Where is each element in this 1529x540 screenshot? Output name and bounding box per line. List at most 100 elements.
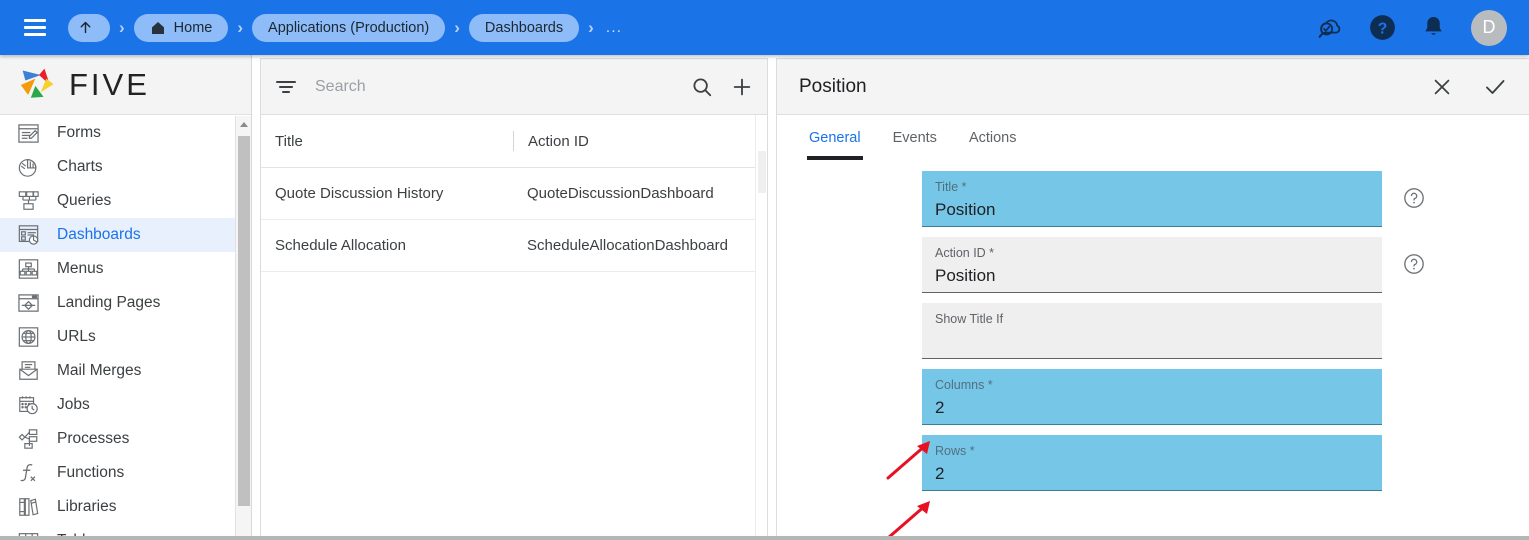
cell-action-id: QuoteDiscussionDashboard (527, 185, 714, 202)
top-bar-actions: ? D (1313, 9, 1507, 46)
app-root: › Home › Applications (Production) › Das… (0, 0, 1529, 540)
sidebar-item-label: Processes (57, 430, 130, 447)
sidebar-item-processes[interactable]: Processes (0, 422, 236, 456)
sidebar-item-dashboards[interactable]: Dashboards (0, 218, 236, 252)
sidebar-item-functions[interactable]: Functions (0, 456, 236, 490)
globe-icon (14, 324, 42, 350)
sidebar-item-forms[interactable]: Forms (0, 116, 236, 150)
field-label: Title * (935, 180, 967, 194)
app-logo: FIVE (0, 55, 251, 115)
table-row[interactable]: Quote Discussion History QuoteDiscussion… (261, 168, 767, 220)
tab-general[interactable]: General (793, 115, 877, 161)
field-value: Position (935, 200, 996, 219)
sidebar-item-label: Mail Merges (57, 362, 142, 379)
breadcrumb-separator-icon: › (454, 17, 460, 37)
form-row-rows: Rows * 2 (777, 435, 1529, 491)
breadcrumb-overflow[interactable]: ... (606, 19, 622, 37)
avatar-initial: D (1482, 17, 1496, 37)
cell-title: Schedule Allocation (275, 237, 406, 254)
help-circle-icon[interactable] (1403, 253, 1425, 275)
tab-label: Events (892, 130, 937, 146)
tab-events[interactable]: Events (877, 115, 953, 161)
detail-header: Position (777, 59, 1529, 115)
sidebar-item-mail-merges[interactable]: Mail Merges (0, 354, 236, 388)
list-scrollbar[interactable] (755, 115, 767, 540)
column-header-action-id[interactable]: Action ID (513, 131, 767, 151)
cell-title: Quote Discussion History (275, 185, 444, 202)
close-icon[interactable] (1431, 76, 1453, 98)
avatar[interactable]: D (1471, 9, 1507, 46)
table-row[interactable]: Schedule Allocation ScheduleAllocationDa… (261, 220, 767, 272)
list-scrollbar-thumb[interactable] (758, 151, 766, 193)
sidebar: FIVE Forms Charts Queries Dashboards Men… (0, 55, 252, 540)
form-row-action-id: Action ID * Position (777, 237, 1529, 293)
scroll-up-arrow-icon[interactable] (236, 116, 251, 132)
breadcrumb-separator-icon: › (237, 17, 244, 37)
field-value: 2 (935, 398, 945, 417)
sidebar-nav: Forms Charts Queries Dashboards Menus La… (0, 116, 236, 540)
title-field[interactable]: Title * Position (922, 171, 1382, 227)
sidebar-item-label: Forms (57, 124, 101, 141)
column-header-title[interactable]: Title (261, 133, 513, 150)
detail-panel: Position General Events Actions Title * … (776, 58, 1529, 540)
sidebar-item-label: URLs (57, 328, 96, 345)
action-id-field[interactable]: Action ID * Position (922, 237, 1382, 293)
field-label: Columns * (935, 378, 993, 392)
top-app-bar: › Home › Applications (Production) › Das… (0, 0, 1529, 55)
sidebar-item-libraries[interactable]: Libraries (0, 490, 236, 524)
arrow-up-icon (77, 19, 94, 36)
bell-icon[interactable] (1422, 15, 1445, 40)
field-label: Rows * (935, 444, 975, 458)
form-row-title: Title * Position (777, 171, 1529, 227)
function-icon (14, 460, 42, 486)
breadcrumb-item-dashboards[interactable]: Dashboards (468, 13, 580, 42)
sidebar-scrollbar-thumb[interactable] (238, 136, 250, 506)
breadcrumb-separator-icon: › (119, 17, 125, 37)
plus-icon[interactable] (731, 76, 753, 98)
tab-actions[interactable]: Actions (953, 115, 1033, 161)
pie-chart-icon (14, 154, 42, 180)
mail-merge-icon (14, 358, 42, 384)
breadcrumb-item-applications[interactable]: Applications (Production) (252, 13, 446, 42)
breadcrumb-item-home[interactable]: Home (133, 13, 229, 42)
filter-icon[interactable] (275, 79, 297, 95)
rows-field[interactable]: Rows * 2 (922, 435, 1382, 491)
breadcrumb: › Home › Applications (Production) › Das… (68, 13, 1313, 42)
field-value: 2 (935, 464, 945, 483)
sidebar-item-label: Dashboards (57, 226, 141, 243)
sidebar-item-queries[interactable]: Queries (0, 184, 236, 218)
breadcrumb-separator-icon: › (588, 17, 594, 37)
field-value: Position (935, 266, 996, 285)
landing-page-icon (14, 290, 42, 316)
home-icon (150, 20, 166, 36)
calendar-clock-icon (14, 392, 42, 418)
sidebar-item-urls[interactable]: URLs (0, 320, 236, 354)
hamburger-menu-icon[interactable] (24, 19, 46, 36)
breadcrumb-label: Home (173, 19, 213, 36)
columns-field[interactable]: Columns * 2 (922, 369, 1382, 425)
breadcrumb-label: Dashboards (484, 19, 564, 36)
sidebar-item-menus[interactable]: Menus (0, 252, 236, 286)
sidebar-item-landing-pages[interactable]: Landing Pages (0, 286, 236, 320)
dashboards-list-panel: Title Action ID Quote Discussion History… (260, 58, 768, 540)
form-row-show-title-if: Show Title If (777, 303, 1529, 359)
books-icon (14, 494, 42, 520)
breadcrumb-up-button[interactable] (68, 13, 110, 42)
help-circle-icon[interactable]: ? (1369, 14, 1396, 41)
sidebar-item-label: Jobs (57, 396, 90, 413)
search-input[interactable] (315, 77, 673, 96)
sidebar-item-jobs[interactable]: Jobs (0, 388, 236, 422)
field-label: Show Title If (935, 312, 1004, 326)
sidebar-scrollbar[interactable] (235, 116, 251, 540)
sidebar-item-charts[interactable]: Charts (0, 150, 236, 184)
sidebar-item-label: Menus (57, 260, 104, 277)
check-icon[interactable] (1483, 75, 1507, 99)
search-icon[interactable] (691, 76, 713, 98)
general-form: Title * Position Action ID * Position Sh… (777, 161, 1529, 491)
show-title-if-field[interactable]: Show Title If (922, 303, 1382, 359)
svg-text:?: ? (1378, 20, 1388, 37)
list-search-bar (261, 59, 767, 115)
help-circle-icon[interactable] (1403, 187, 1425, 209)
cloud-inspect-icon[interactable] (1313, 15, 1343, 41)
page-bottom-bar (0, 536, 1529, 540)
